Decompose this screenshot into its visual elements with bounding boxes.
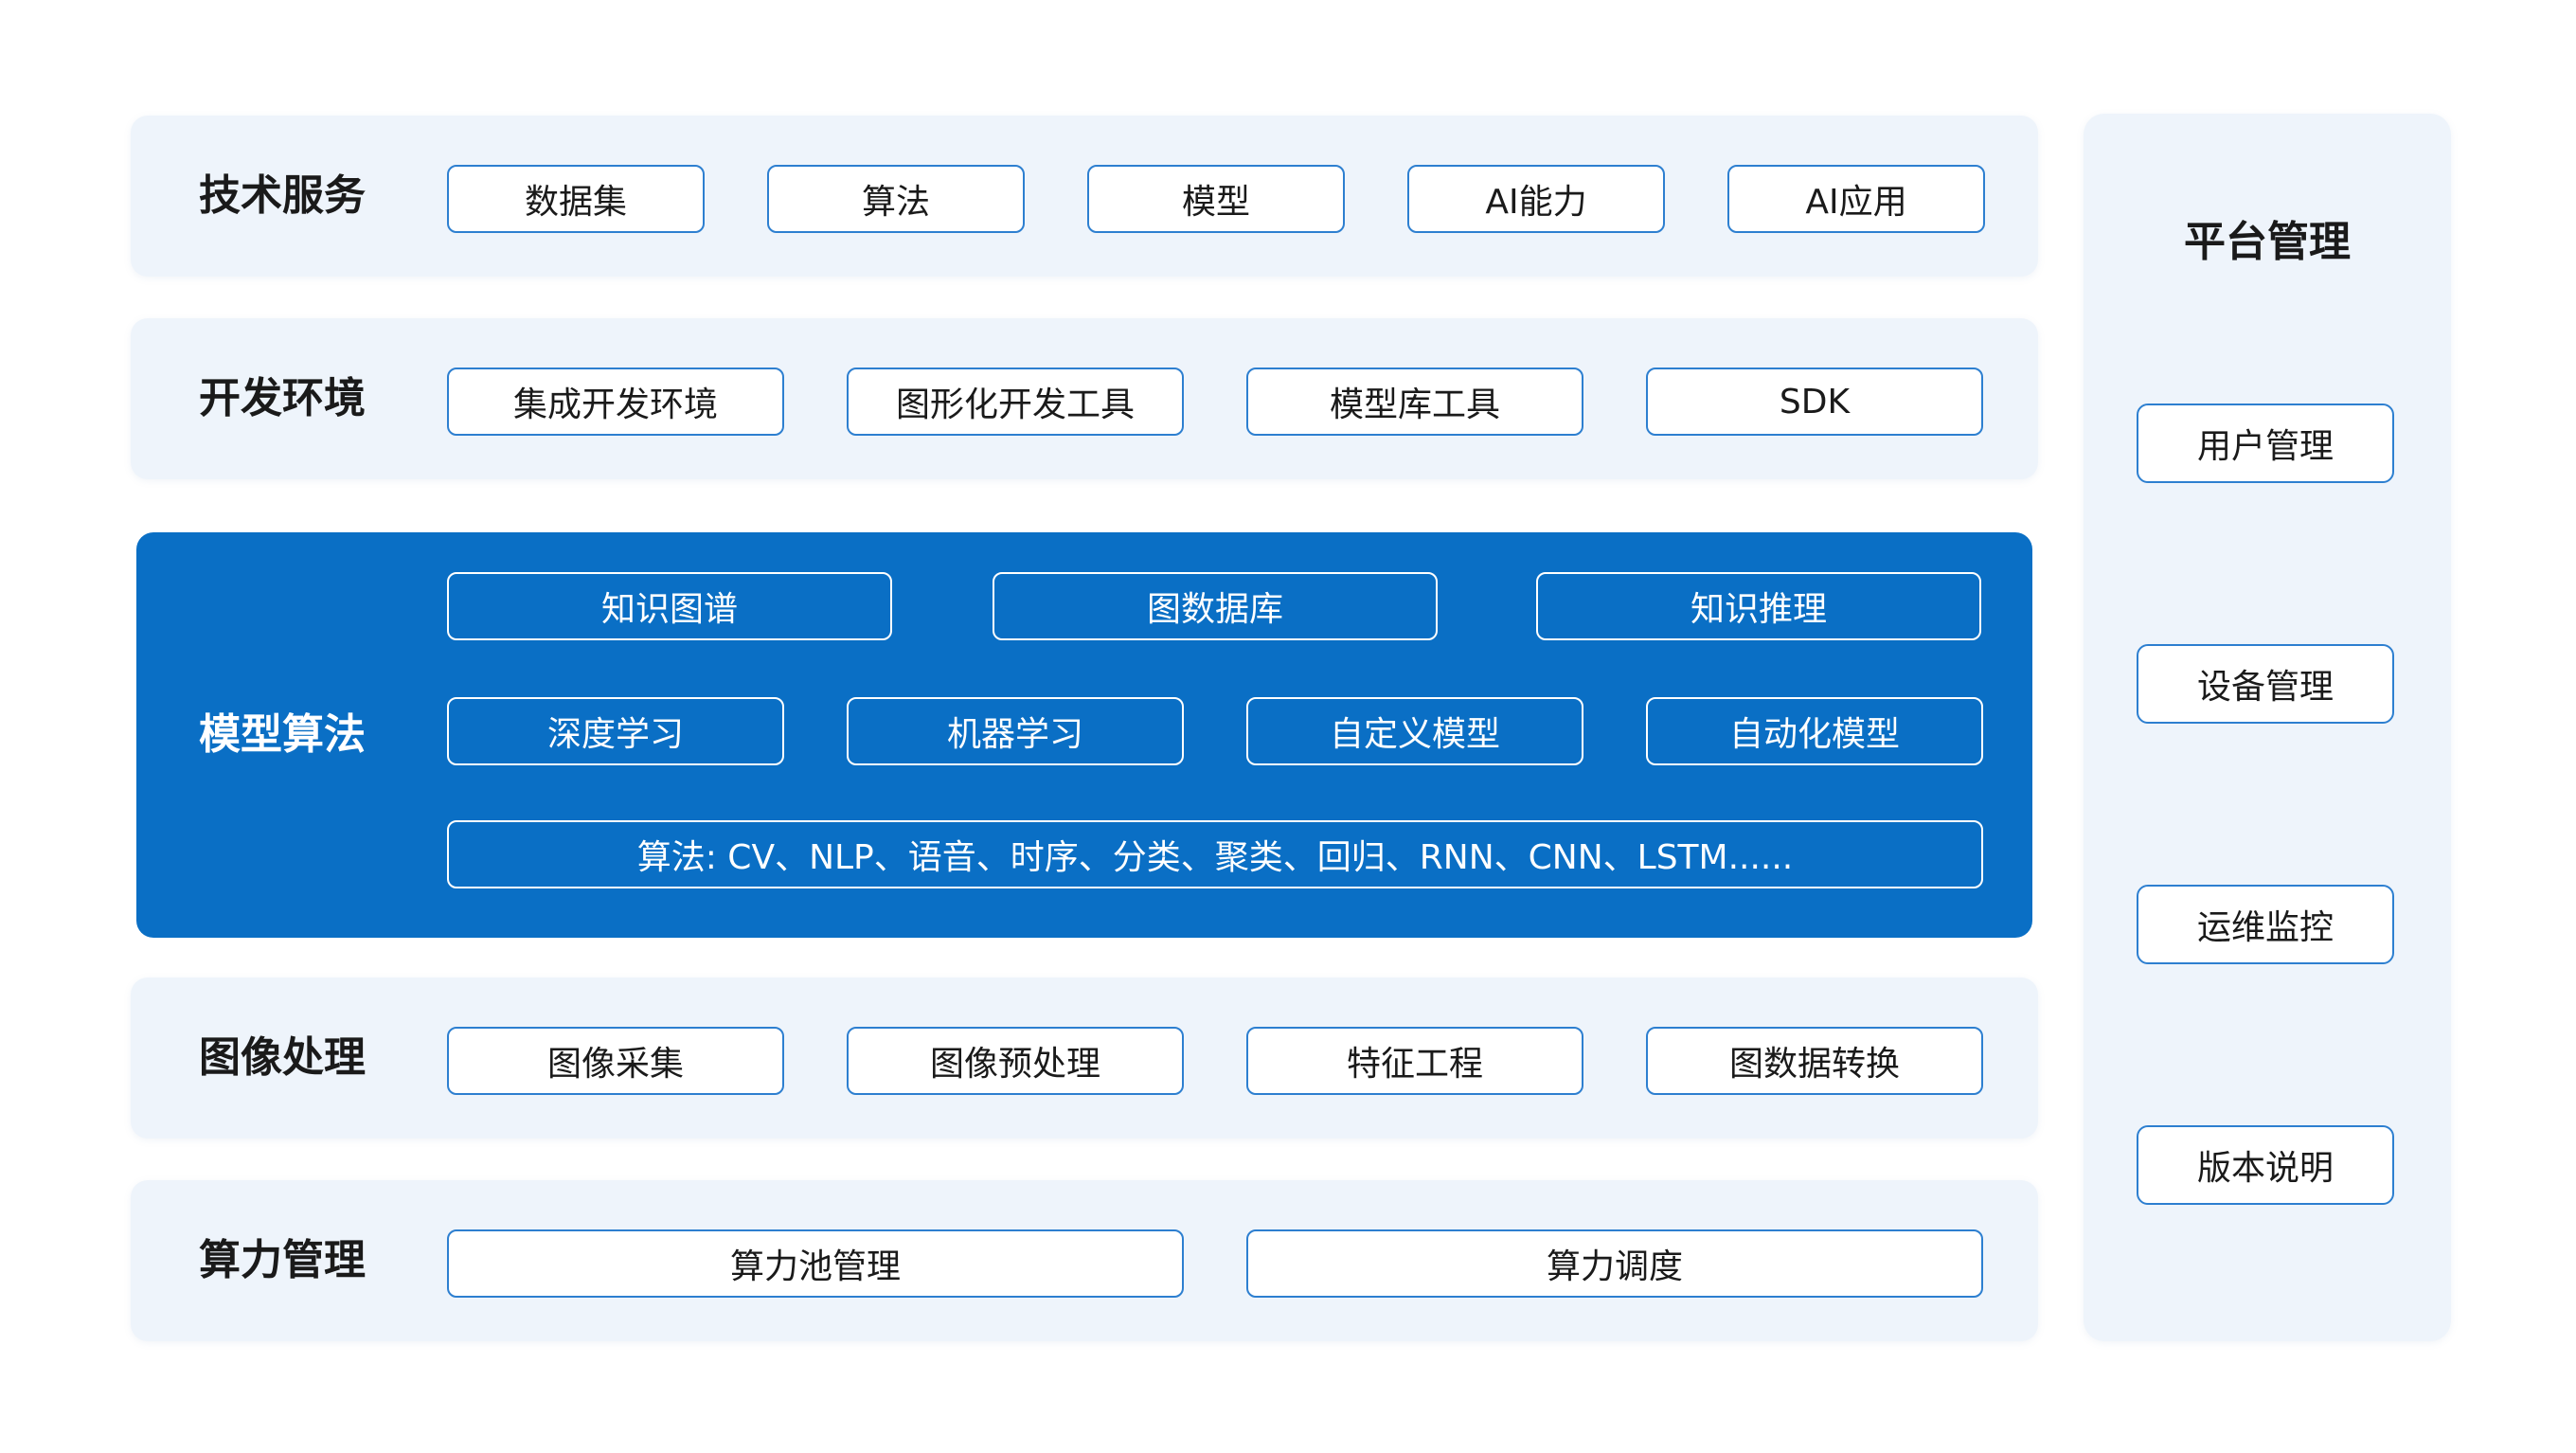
item-ops-monitoring: 运维监控 — [2137, 885, 2394, 964]
layer-title: 图像处理 — [199, 1033, 366, 1082]
layer-image-processing: 图像处理 图像采集 图像预处理 特征工程 图数据转换 — [131, 978, 2038, 1139]
item-ai-application: AI应用 — [1727, 165, 1985, 233]
item-graph-data-conversion: 图数据转换 — [1646, 1027, 1983, 1095]
layer-title: 模型算法 — [199, 710, 366, 759]
layer-title: 算力管理 — [199, 1236, 366, 1284]
item-device-management: 设备管理 — [2137, 644, 2394, 724]
item-automated-model: 自动化模型 — [1646, 697, 1983, 765]
item-model: 模型 — [1087, 165, 1345, 233]
layer-tech-services: 技术服务 数据集 算法 模型 AI能力 AI应用 — [131, 116, 2038, 277]
item-custom-model: 自定义模型 — [1246, 697, 1583, 765]
item-compute-scheduling: 算力调度 — [1246, 1229, 1983, 1298]
item-ide: 集成开发环境 — [447, 368, 784, 436]
item-machine-learning: 机器学习 — [847, 697, 1184, 765]
item-algorithm-list: 算法: CV、NLP、语音、时序、分类、聚类、回归、RNN、CNN、LSTM..… — [447, 820, 1983, 888]
item-knowledge-graph: 知识图谱 — [447, 572, 892, 640]
item-compute-pool-management: 算力池管理 — [447, 1229, 1184, 1298]
platform-management-panel: 平台管理 用户管理 设备管理 运维监控 版本说明 — [2084, 114, 2451, 1341]
item-feature-engineering: 特征工程 — [1246, 1027, 1583, 1095]
layer-title: 技术服务 — [199, 171, 366, 220]
item-graphical-dev-tool: 图形化开发工具 — [847, 368, 1184, 436]
item-user-management: 用户管理 — [2137, 404, 2394, 483]
item-model-library-tool: 模型库工具 — [1246, 368, 1583, 436]
item-algorithm: 算法 — [767, 165, 1025, 233]
item-image-capture: 图像采集 — [447, 1027, 784, 1095]
item-version-notes: 版本说明 — [2137, 1125, 2394, 1205]
layer-model-algorithms: 模型算法 知识图谱 图数据库 知识推理 深度学习 机器学习 自定义模型 自动化模… — [136, 532, 2032, 938]
platform-title: 平台管理 — [2184, 218, 2351, 266]
item-ai-capability: AI能力 — [1407, 165, 1665, 233]
layer-title: 开发环境 — [199, 374, 366, 422]
item-image-preprocessing: 图像预处理 — [847, 1027, 1184, 1095]
item-deep-learning: 深度学习 — [447, 697, 784, 765]
item-dataset: 数据集 — [447, 165, 705, 233]
item-sdk: SDK — [1646, 368, 1983, 436]
layer-compute-management: 算力管理 算力池管理 算力调度 — [131, 1180, 2038, 1341]
item-knowledge-reasoning: 知识推理 — [1536, 572, 1981, 640]
layer-dev-environment: 开发环境 集成开发环境 图形化开发工具 模型库工具 SDK — [131, 318, 2038, 479]
item-graph-database: 图数据库 — [993, 572, 1438, 640]
